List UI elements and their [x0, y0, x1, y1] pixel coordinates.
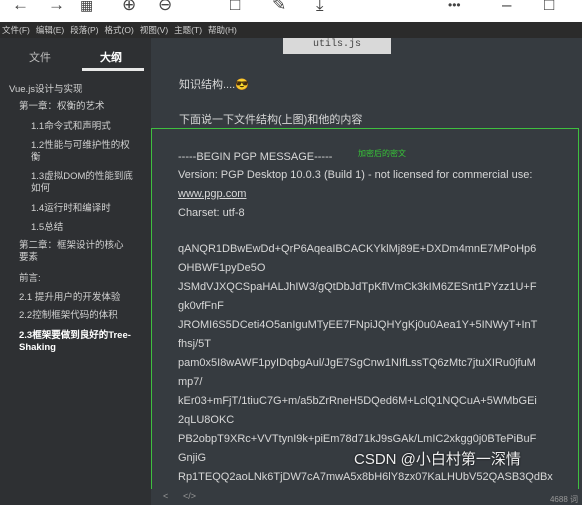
active-tab-indicator	[82, 68, 144, 71]
menu-help[interactable]: 帮助(H)	[206, 24, 241, 36]
outline-item-2-3-cont[interactable]: Shaking	[19, 342, 56, 354]
grid-icon[interactable]: ▦	[80, 0, 93, 16]
pgp-data-line: JSMdVJXQCSpaHALJhIW3/gQtDbJdTpKflVmCk3kI…	[178, 281, 537, 293]
sidebar-tabs: 文件 大纲	[0, 38, 151, 72]
outline-item-chapter1[interactable]: 第一章：权衡的艺术	[19, 101, 105, 113]
menubar: 文件(F) 编辑(E) 段落(P) 格式(O) 视图(V) 主题(T) 帮助(H…	[0, 22, 582, 38]
pgp-message-block[interactable]: 加密后的密文 -----BEGIN PGP MESSAGE----- Versi…	[151, 128, 579, 492]
outline-item-1-4[interactable]: 1.4运行时和编译时	[31, 203, 111, 215]
pgp-version-line: Version: PGP Desktop 10.0.3 (Build 1) - …	[178, 169, 533, 181]
zoom-out-icon[interactable]: ⊖	[158, 0, 172, 16]
tab-file[interactable]: 文件	[29, 49, 51, 65]
menu-edit[interactable]: 编辑(E)	[34, 24, 68, 36]
outline-item-1-3-cont[interactable]: 如何	[31, 183, 50, 195]
outline-item-1-2-cont[interactable]: 衡	[31, 152, 41, 164]
pgp-data-line: 2qLU8OKC	[178, 414, 235, 426]
menu-file[interactable]: 文件(F)	[0, 24, 34, 36]
pgp-data-line: Rp1TEQQ2aoLNk6TjDW7cA7mwA5x8bH6lY8zx07Ka…	[178, 471, 553, 483]
forward-arrow-icon[interactable]: →	[48, 0, 65, 16]
pgp-charset-line: Charset: utf-8	[178, 207, 245, 219]
pgp-link[interactable]: www.pgp.com	[178, 188, 246, 200]
outline-item-chapter2-cont[interactable]: 要素	[19, 252, 38, 264]
menu-paragraph[interactable]: 段落(P)	[68, 24, 102, 36]
pgp-data-line: pam0x5I8wAWF1pyIDqbgAul/JgE7SgCnw1NIfLss…	[178, 357, 536, 369]
minimize-icon[interactable]: –	[502, 0, 511, 16]
pgp-begin-line: -----BEGIN PGP MESSAGE-----	[178, 151, 333, 163]
menu-view[interactable]: 视图(V)	[138, 24, 172, 36]
outline-item-2-1[interactable]: 2.1 提升用户的开发体验	[19, 292, 120, 304]
outline-item-1-2[interactable]: 1.2性能与可维护性的权	[31, 140, 130, 152]
annotation-encrypted: 加密后的密文	[358, 149, 406, 158]
tab-outline[interactable]: 大纲	[100, 49, 122, 65]
outline-item-preface[interactable]: 前言:	[19, 273, 41, 285]
paragraph-file-structure: 下面说一下文件结构(上图)和他的内容	[179, 114, 363, 126]
outline-item-1-5[interactable]: 1.5总结	[31, 222, 63, 234]
source-code-toggle-icon[interactable]: </>	[183, 491, 196, 501]
outline-item-chapter2[interactable]: 第二章：框架设计的核心	[19, 240, 124, 252]
pgp-data-line: PB2obpT9XRc+VVTtynI9k+piEm78d71kJ9sGAk/L…	[178, 433, 537, 445]
square-icon[interactable]: □	[230, 0, 240, 16]
zoom-in-icon[interactable]: ⊕	[122, 0, 136, 16]
outline-item-1-3[interactable]: 1.3虚拟DOM的性能到底	[31, 171, 133, 183]
outline-item-1-1[interactable]: 1.1命令式和声明式	[31, 121, 111, 133]
pgp-data-line: GnjiG	[178, 452, 207, 464]
menu-theme[interactable]: 主题(T)	[172, 24, 206, 36]
outline-item-2-2[interactable]: 2.2控制框架代码的体积	[19, 310, 118, 322]
image-preview: utils.js	[283, 38, 391, 54]
maximize-icon[interactable]: □	[544, 0, 554, 16]
pgp-data-line: gk0vfFnF	[178, 300, 224, 312]
download-icon[interactable]: ⤓	[316, 0, 324, 16]
pgp-data-line: mp7/	[178, 376, 203, 388]
menu-format[interactable]: 格式(O)	[103, 24, 138, 36]
pgp-data-line: qANQR1DBwEwDd+QrP6AqeaIBCACKYklMj89E+DXD…	[178, 243, 537, 255]
pgp-data-line: OHBWF1pyDe5O	[178, 262, 266, 274]
outline-item-2-3[interactable]: 2.3框架要做到良好的Tree-	[19, 330, 131, 342]
more-icon[interactable]: •••	[448, 0, 461, 16]
pgp-data-line: fhsj/5T	[178, 338, 212, 350]
edit-icon[interactable]: ✎	[272, 0, 286, 16]
toolbar: ← → ▦ ⊕ ⊖ □ ✎ ⤓ ••• – □	[0, 0, 582, 22]
pgp-data-line: kEr03+mFjT/1tiuC7G+m/a5bZrRneH5DQed6M+Lc…	[178, 395, 537, 407]
sidebar: 文件 大纲 Vue.js设计与实现 第一章：权衡的艺术 1.1命令式和声明式 1…	[0, 38, 151, 505]
outline-item-title[interactable]: Vue.js设计与实现	[9, 84, 83, 96]
chevron-left-icon[interactable]: <	[163, 491, 168, 501]
pgp-data-line: JROMI6S5DCeti4O5anIguMTyEE7FNpiJQHYgKj0u…	[178, 319, 538, 331]
word-count[interactable]: 4688 词	[550, 494, 578, 505]
back-arrow-icon[interactable]: ←	[12, 0, 29, 16]
watermark: CSDN @小白村第一深情	[354, 451, 521, 468]
status-bar: < </>	[151, 489, 582, 505]
paragraph-knowledge-structure: 知识结构....😎	[179, 79, 249, 91]
